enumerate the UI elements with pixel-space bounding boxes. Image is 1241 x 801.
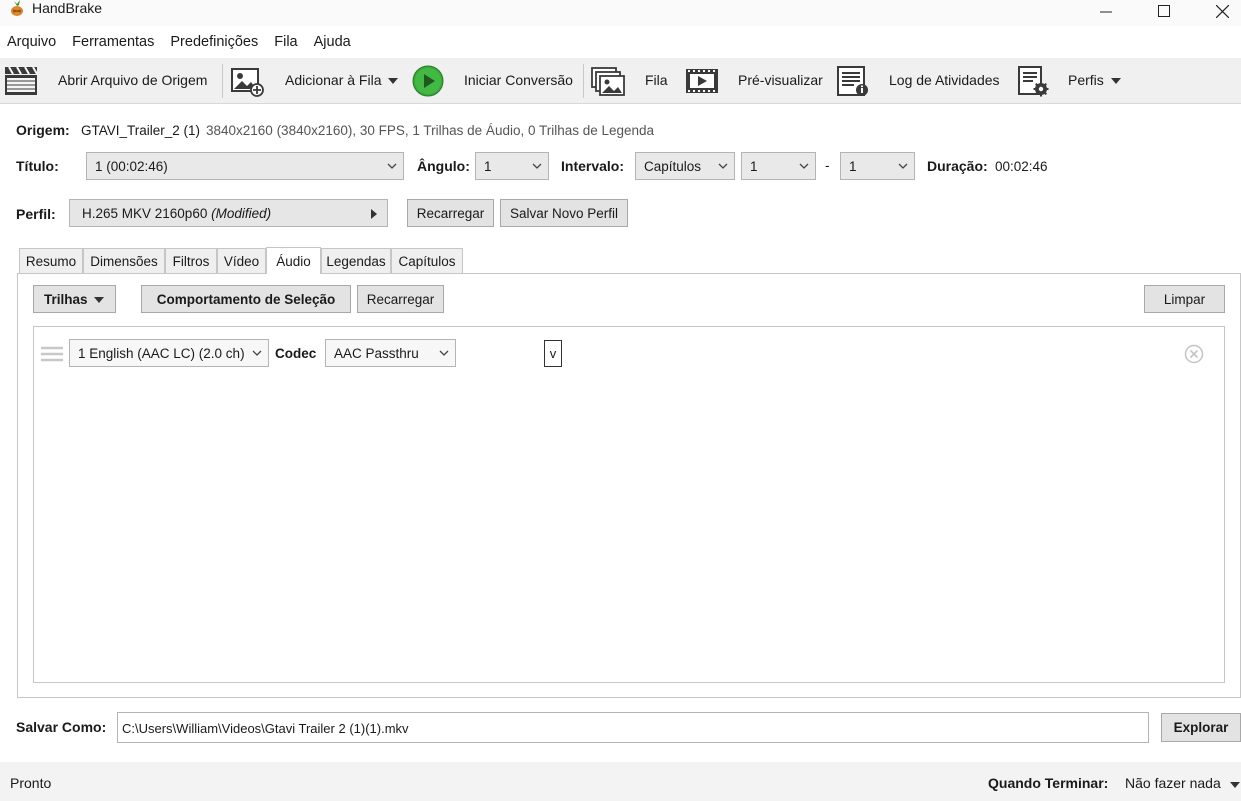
preview-button[interactable]: Pré-visualizar (738, 72, 823, 88)
start-encode-button[interactable]: Iniciar Conversão (464, 72, 573, 88)
toolbar: Abrir Arquivo de Origem Adicionar à Fila… (0, 58, 1241, 104)
menu-ajuda[interactable]: Ajuda (306, 31, 359, 53)
tracks-menu-button[interactable]: Trilhas (33, 285, 116, 313)
tab-resumo[interactable]: Resumo (19, 248, 83, 273)
duration-label: Duração: (927, 158, 988, 174)
minimize-button[interactable] (1083, 0, 1129, 22)
chevron-down-icon (898, 163, 908, 169)
toolbar-divider (583, 64, 584, 98)
add-image-icon[interactable] (230, 65, 264, 97)
drag-handle-icon[interactable] (41, 346, 63, 362)
activity-log-icon[interactable] (836, 65, 870, 97)
angle-select-value: 1 (484, 159, 492, 174)
handbrake-pineapple-icon (11, 0, 23, 16)
clapperboard-icon[interactable] (4, 65, 38, 97)
profile-name: H.265 MKV 2160p60 (82, 206, 208, 221)
range-start-select[interactable]: 1 (741, 152, 816, 180)
close-window-button[interactable] (1199, 0, 1241, 22)
clear-tracks-button[interactable]: Limpar (1144, 285, 1225, 313)
close-icon (1215, 4, 1229, 18)
chevron-down-icon (799, 163, 809, 169)
maximize-button[interactable] (1141, 0, 1187, 22)
toolbar-divider (222, 64, 223, 98)
save-path-input[interactable]: C:\Users\William\Videos\Gtavi Trailer 2 … (117, 712, 1149, 743)
angle-label: Ângulo: (417, 158, 470, 174)
title-bar: HandBrake (0, 0, 1241, 26)
when-done-label: Quando Terminar: (988, 775, 1109, 791)
source-label: Origem: (16, 122, 70, 138)
play-icon[interactable] (411, 65, 445, 97)
profile-select[interactable]: H.265 MKV 2160p60 (Modified) (69, 199, 388, 227)
tab-legendas[interactable]: Legendas (321, 248, 391, 273)
chevron-down-icon (387, 163, 397, 169)
range-start-value: 1 (750, 159, 758, 174)
status-text: Pronto (10, 775, 52, 791)
chevron-right-icon (371, 209, 377, 219)
title-label: Título: (16, 158, 59, 174)
add-queue-button[interactable]: Adicionar à Fila (285, 72, 382, 88)
queue-images-icon[interactable] (591, 65, 625, 97)
tab-audio[interactable]: Áudio (266, 247, 321, 274)
status-bar: Pronto Quando Terminar: Não fazer nada (0, 762, 1241, 801)
source-info: 3840x2160 (3840x2160), 30 FPS, 1 Trilhas… (206, 123, 655, 138)
queue-button[interactable]: Fila (645, 72, 668, 88)
minimize-icon (1100, 11, 1112, 13)
chevron-down-icon (252, 350, 262, 356)
codec-select-value: AAC Passthru (334, 346, 419, 361)
track-extra-box[interactable]: v (544, 340, 562, 367)
range-end-select[interactable]: 1 (840, 152, 915, 180)
remove-track-icon[interactable] (1184, 344, 1204, 364)
range-end-value: 1 (849, 159, 857, 174)
maximize-icon (1158, 5, 1170, 17)
menu-ferramentas[interactable]: Ferramentas (64, 31, 162, 53)
audio-source-select[interactable]: 1 English (AAC LC) (2.0 ch) (69, 339, 269, 367)
menu-bar: Arquivo Ferramentas Predefinições Fila A… (0, 31, 359, 53)
chevron-down-icon (532, 163, 542, 169)
audio-source-value: 1 English (AAC LC) (2.0 ch) (78, 346, 245, 361)
menu-arquivo[interactable]: Arquivo (0, 31, 64, 53)
reload-audio-button[interactable]: Recarregar (357, 285, 444, 313)
profile-label: Perfil: (16, 206, 56, 222)
profile-select-value: H.265 MKV 2160p60 (Modified) (82, 206, 271, 221)
title-select-value: 1 (00:02:46) (95, 159, 168, 174)
tab-capitulos[interactable]: Capítulos (391, 248, 463, 273)
angle-select[interactable]: 1 (475, 152, 549, 180)
duration-value: 00:02:46 (995, 159, 1048, 174)
menu-fila[interactable]: Fila (266, 31, 305, 53)
menu-predefinicoes[interactable]: Predefinições (162, 31, 266, 53)
profile-settings-icon[interactable] (1017, 65, 1051, 97)
tab-video[interactable]: Vídeo (217, 248, 266, 273)
range-label: Intervalo: (561, 158, 625, 174)
range-type-value: Capítulos (644, 159, 702, 174)
title-select[interactable]: 1 (00:02:46) (86, 152, 404, 180)
audio-track-list (33, 326, 1225, 683)
activity-log-button[interactable]: Log de Atividades (889, 72, 1000, 88)
tracks-label: Trilhas (44, 291, 88, 307)
browse-button[interactable]: Explorar (1161, 713, 1241, 742)
profiles-dropdown-icon[interactable] (1111, 78, 1121, 84)
profile-modified-flag: (Modified) (211, 206, 272, 221)
tab-dimensoes[interactable]: Dimensões (83, 248, 165, 273)
chevron-down-icon (718, 163, 728, 169)
film-preview-icon[interactable] (685, 65, 719, 97)
reload-profile-button[interactable]: Recarregar (407, 199, 494, 227)
codec-label: Codec (275, 346, 317, 361)
when-done-select[interactable]: Não fazer nada (1125, 775, 1221, 791)
when-done-dropdown-icon[interactable] (1230, 782, 1240, 788)
caret-down-icon (94, 297, 104, 303)
open-source-button[interactable]: Abrir Arquivo de Origem (58, 72, 207, 88)
chevron-down-icon (439, 350, 449, 356)
tab-filtros[interactable]: Filtros (165, 248, 217, 273)
codec-select[interactable]: AAC Passthru (325, 339, 456, 367)
source-name: GTAVI_Trailer_2 (1) (81, 123, 201, 138)
add-queue-dropdown-icon[interactable] (388, 78, 398, 84)
range-type-select[interactable]: Capítulos (635, 152, 735, 180)
save-as-label: Salvar Como: (16, 719, 107, 735)
window-title: HandBrake (32, 0, 103, 16)
save-new-profile-button[interactable]: Salvar Novo Perfil (500, 199, 628, 227)
save-path-value: C:\Users\William\Videos\Gtavi Trailer 2 … (122, 721, 409, 736)
range-separator: - (825, 158, 830, 173)
selection-behavior-button[interactable]: Comportamento de Seleção (141, 285, 351, 313)
profiles-button[interactable]: Perfis (1068, 72, 1104, 88)
